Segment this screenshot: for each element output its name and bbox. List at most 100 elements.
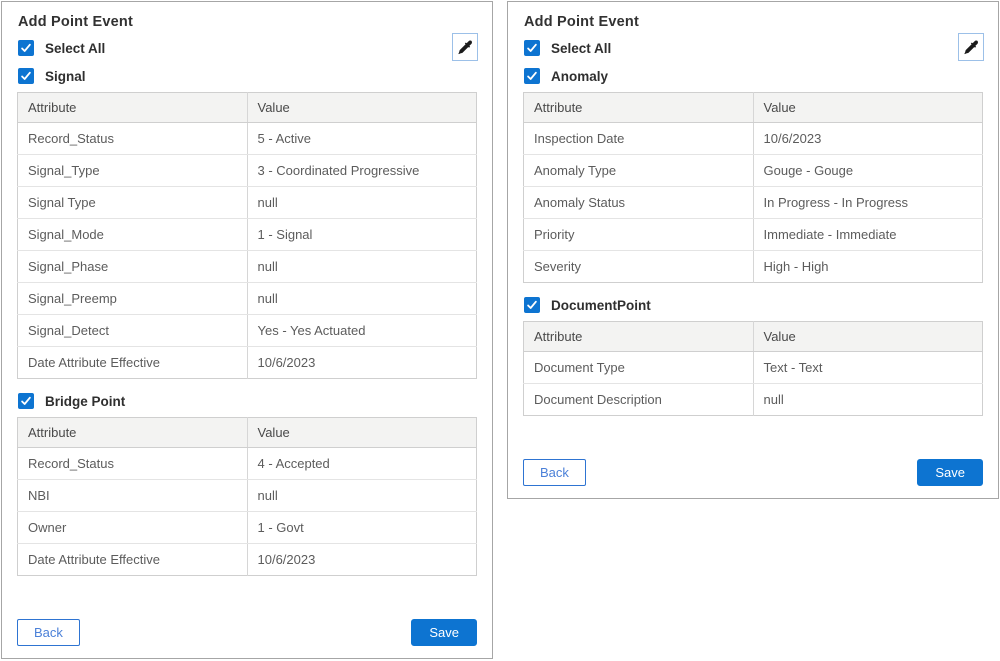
value-cell: Immediate - Immediate — [753, 219, 983, 251]
attribute-cell: Record_Status — [18, 123, 248, 155]
column-header-attribute: Attribute — [18, 418, 248, 448]
table-row: Record_Status4 - Accepted — [18, 448, 477, 480]
table-row: Signal_Phasenull — [18, 251, 477, 283]
eyedropper-icon — [458, 40, 473, 55]
table-row: PriorityImmediate - Immediate — [524, 219, 983, 251]
table-row: Signal_Type3 - Coordinated Progressive — [18, 155, 477, 187]
group-anomaly: Anomaly AttributeValueInspection Date10/6… — [523, 68, 983, 283]
group-list: AnomalyAttributeValueInspection Date10/6… — [523, 68, 983, 416]
table-row: Document Descriptionnull — [524, 384, 983, 416]
attribute-cell: Document Description — [524, 384, 754, 416]
table-row: Date Attribute Effective10/6/2023 — [18, 347, 477, 379]
table-row: Date Attribute Effective10/6/2023 — [18, 544, 477, 576]
eyedropper-button[interactable] — [452, 33, 478, 61]
workspace: Add Point Event Select All Signal Attribu… — [0, 0, 1000, 661]
select-all-checkbox-row[interactable]: Select All — [524, 40, 983, 56]
save-button[interactable]: Save — [411, 619, 477, 646]
value-cell: Text - Text — [753, 352, 983, 384]
check-icon — [526, 299, 538, 311]
value-cell: 1 - Signal — [247, 219, 477, 251]
check-icon — [20, 42, 32, 54]
attribute-cell: Signal_Preemp — [18, 283, 248, 315]
select-all-label: Select All — [45, 41, 105, 56]
check-icon — [526, 42, 538, 54]
group-list: SignalAttributeValueRecord_Status5 - Act… — [17, 68, 477, 576]
panel-footer: Back Save — [523, 459, 983, 486]
value-cell: 10/6/2023 — [247, 544, 477, 576]
column-header-value: Value — [753, 322, 983, 352]
save-button[interactable]: Save — [917, 459, 983, 486]
column-header-attribute: Attribute — [524, 322, 754, 352]
value-cell: 5 - Active — [247, 123, 477, 155]
column-header-attribute: Attribute — [18, 93, 248, 123]
checkbox-row-signal[interactable]: Signal — [18, 68, 477, 84]
value-cell: Yes - Yes Actuated — [247, 315, 477, 347]
value-cell: Gouge - Gouge — [753, 155, 983, 187]
attributes-table-documentpoint: AttributeValueDocument TypeText - TextDo… — [523, 321, 983, 416]
select-all-checkbox-row[interactable]: Select All — [18, 40, 477, 56]
value-cell: 10/6/2023 — [753, 123, 983, 155]
table-row: Inspection Date10/6/2023 — [524, 123, 983, 155]
value-cell: 1 - Govt — [247, 512, 477, 544]
checkbox-checked[interactable] — [18, 393, 34, 409]
attribute-cell: Record_Status — [18, 448, 248, 480]
group-signal: Signal AttributeValueRecord_Status5 - Act… — [17, 68, 477, 379]
value-cell: null — [247, 283, 477, 315]
checkbox-checked[interactable] — [18, 40, 34, 56]
checkbox-row-documentpoint[interactable]: DocumentPoint — [524, 297, 983, 313]
checkbox-checked[interactable] — [524, 40, 540, 56]
panel-footer: Back Save — [17, 619, 477, 646]
table-row: Anomaly StatusIn Progress - In Progress — [524, 187, 983, 219]
attributes-table-anomaly: AttributeValueInspection Date10/6/2023An… — [523, 92, 983, 283]
group-bridge-point: Bridge Point AttributeValueRecord_Status4… — [17, 393, 477, 576]
add-point-event-panel-left: Add Point Event Select All SignalAttribu… — [1, 1, 493, 659]
value-cell: 4 - Accepted — [247, 448, 477, 480]
back-button[interactable]: Back — [523, 459, 586, 486]
back-button[interactable]: Back — [17, 619, 80, 646]
value-cell: 10/6/2023 — [247, 347, 477, 379]
table-row: NBInull — [18, 480, 477, 512]
attribute-cell: Anomaly Status — [524, 187, 754, 219]
attribute-cell: Anomaly Type — [524, 155, 754, 187]
attribute-cell: Priority — [524, 219, 754, 251]
attribute-cell: Severity — [524, 251, 754, 283]
table-row: Anomaly TypeGouge - Gouge — [524, 155, 983, 187]
table-row: SeverityHigh - High — [524, 251, 983, 283]
attribute-cell: Signal_Detect — [18, 315, 248, 347]
attribute-cell: Signal_Phase — [18, 251, 248, 283]
eyedropper-button[interactable] — [958, 33, 984, 61]
attribute-cell: Inspection Date — [524, 123, 754, 155]
value-cell: null — [247, 480, 477, 512]
value-cell: 3 - Coordinated Progressive — [247, 155, 477, 187]
check-icon — [526, 70, 538, 82]
checkbox-row-anomaly[interactable]: Anomaly — [524, 68, 983, 84]
table-row: Record_Status5 - Active — [18, 123, 477, 155]
panel-topbar: Select All — [17, 40, 477, 56]
select-all-label: Select All — [551, 41, 611, 56]
check-icon — [20, 395, 32, 407]
attribute-cell: Signal_Mode — [18, 219, 248, 251]
check-icon — [20, 70, 32, 82]
group-label: Anomaly — [551, 69, 608, 84]
attribute-cell: Signal_Type — [18, 155, 248, 187]
eyedropper-icon — [964, 40, 979, 55]
group-label: DocumentPoint — [551, 298, 651, 313]
value-cell: In Progress - In Progress — [753, 187, 983, 219]
table-row: Document TypeText - Text — [524, 352, 983, 384]
column-header-value: Value — [247, 418, 477, 448]
attributes-table-bridge-point: AttributeValueRecord_Status4 - AcceptedN… — [17, 417, 477, 576]
checkbox-row-bridge-point[interactable]: Bridge Point — [18, 393, 477, 409]
column-header-attribute: Attribute — [524, 93, 754, 123]
page-title: Add Point Event — [524, 14, 983, 30]
checkbox-checked[interactable] — [524, 297, 540, 313]
table-row: Signal_DetectYes - Yes Actuated — [18, 315, 477, 347]
checkbox-checked[interactable] — [524, 68, 540, 84]
attribute-cell: Document Type — [524, 352, 754, 384]
checkbox-checked[interactable] — [18, 68, 34, 84]
attributes-table-signal: AttributeValueRecord_Status5 - ActiveSig… — [17, 92, 477, 379]
group-documentpoint: DocumentPoint AttributeValueDocument Type… — [523, 297, 983, 416]
table-row: Owner1 - Govt — [18, 512, 477, 544]
attribute-cell: Signal Type — [18, 187, 248, 219]
attribute-cell: Date Attribute Effective — [18, 347, 248, 379]
add-point-event-panel-right: Add Point Event Select All Anomaly Attrib… — [507, 1, 999, 499]
